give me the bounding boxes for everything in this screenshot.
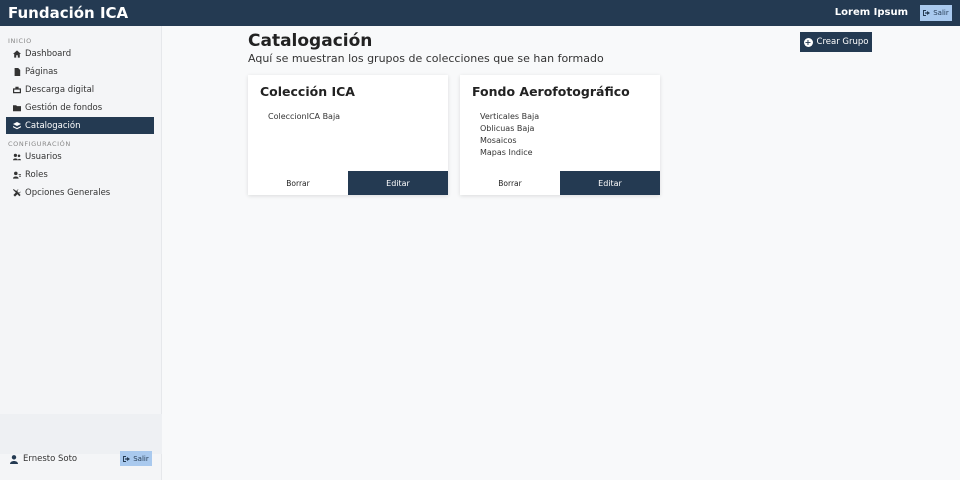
sidebar-item-label: Usuarios [25, 151, 62, 162]
user-icon [10, 454, 18, 464]
sidebar-section-inicio: INICIO [8, 37, 32, 45]
brand-logo[interactable]: Fundación ICA [8, 4, 128, 22]
group-card: Fondo Aerofotográfico Verticales Baja Ob… [460, 75, 660, 195]
sidebar-item-label: Descarga digital [25, 84, 95, 95]
users-icon [12, 152, 21, 161]
collection-item: Mosaicos [480, 136, 517, 145]
sidebar-exit-button[interactable]: Salir [120, 451, 152, 466]
page-subtitle: Aquí se muestran los grupos de coleccion… [248, 52, 604, 65]
header-user-name: Lorem Ipsum [834, 7, 908, 18]
tools-icon [12, 188, 21, 197]
sidebar-user-name: Ernesto Soto [23, 454, 78, 464]
sidebar-item-descarga-digital[interactable]: Descarga digital [6, 81, 154, 98]
sidebar-item-label: Dashboard [25, 48, 72, 59]
edit-button[interactable]: Editar [560, 171, 660, 195]
sidebar-item-dashboard[interactable]: Dashboard [6, 45, 154, 62]
user-roles-icon [12, 170, 21, 179]
sidebar-exit-label: Salir [133, 454, 149, 463]
group-card: Colección ICA ColeccionICA Baja Borrar E… [248, 75, 448, 195]
file-icon [12, 67, 21, 76]
sidebar-user: Ernesto Soto [10, 454, 77, 464]
sidebar-item-label: Opciones Generales [25, 187, 111, 198]
sidebar-item-catalogacion[interactable]: Catalogación [6, 117, 154, 134]
delete-button[interactable]: Borrar [248, 171, 348, 195]
group-collection-list: ColeccionICA Baja [268, 111, 340, 123]
header-exit-button[interactable]: Salir [920, 5, 952, 21]
sidebar-item-label: Páginas [25, 66, 58, 77]
collection-item: ColeccionICA Baja [268, 112, 341, 121]
group-collection-list: Verticales Baja Oblicuas Baja Mosaicos M… [480, 111, 539, 159]
edit-button[interactable]: Editar [348, 171, 448, 195]
sidebar-item-roles[interactable]: Roles [6, 166, 154, 183]
sidebar-footer [0, 414, 162, 454]
collection-item: Verticales Baja [480, 112, 540, 121]
collection-item: Oblicuas Baja [480, 124, 535, 133]
sidebar-item-usuarios[interactable]: Usuarios [6, 148, 154, 165]
sidebar-item-label: Roles [25, 169, 48, 180]
header-exit-label: Salir [933, 9, 949, 17]
sign-out-icon [123, 455, 131, 462]
sidebar-item-paginas[interactable]: Páginas [6, 63, 154, 80]
sidebar-section-configuracion: CONFIGURACIÓN [8, 140, 71, 148]
layers-icon [12, 121, 21, 130]
download-icon [12, 85, 21, 94]
sidebar-item-gestion-fondos[interactable]: Gestión de fondos [6, 99, 154, 116]
group-card-title: Fondo Aerofotográfico [472, 84, 630, 99]
sidebar-item-label: Gestión de fondos [25, 102, 103, 113]
top-navbar: Fundación ICA Lorem Ipsum Salir [0, 0, 960, 26]
sign-out-icon [923, 10, 931, 16]
sidebar-item-label: Catalogación [25, 120, 81, 131]
collection-item: Mapas Indice [480, 148, 533, 157]
group-card-title: Colección ICA [260, 84, 355, 99]
home-icon [12, 49, 21, 58]
delete-button[interactable]: Borrar [460, 171, 560, 195]
folder-icon [12, 103, 21, 112]
plus-circle-icon: + [803, 37, 813, 47]
sidebar-item-opciones-generales[interactable]: Opciones Generales [6, 184, 154, 201]
create-group-label: Crear Grupo [816, 37, 869, 47]
create-group-button[interactable]: + Crear Grupo [800, 32, 872, 52]
page-title: Catalogación [248, 31, 373, 51]
